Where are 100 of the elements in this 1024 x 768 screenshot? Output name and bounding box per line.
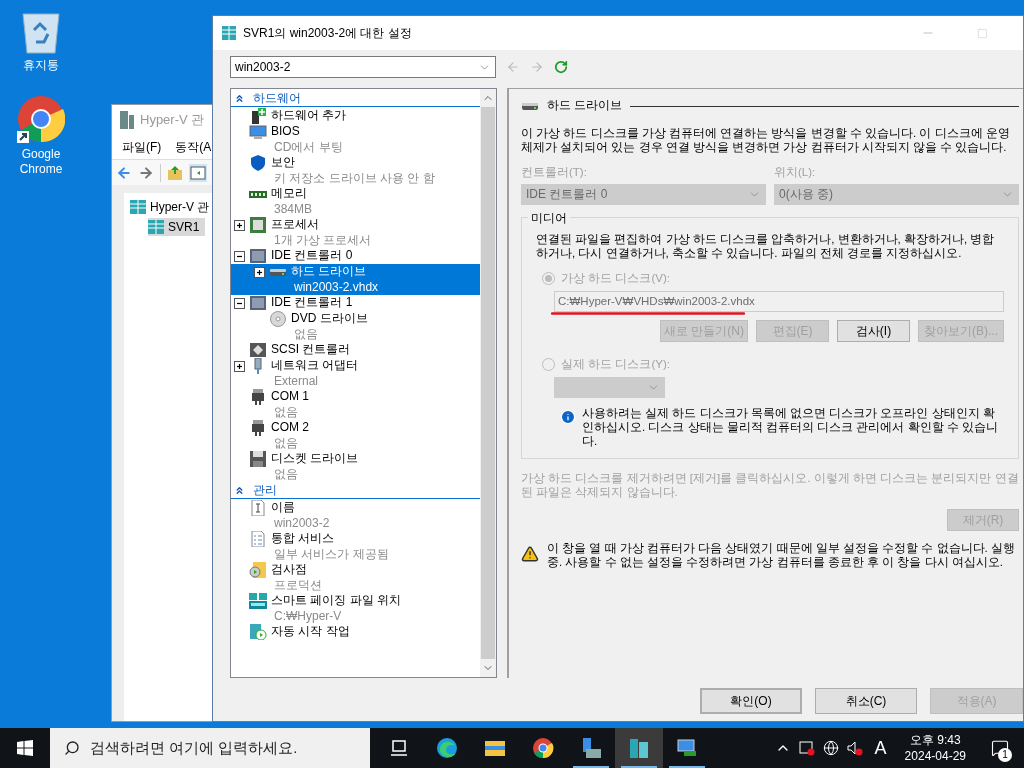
- field-label: 컨트롤러(T):: [521, 165, 588, 181]
- radio-label: 실제 하드 디스크(Y):: [561, 356, 670, 372]
- expand-icon[interactable]: [234, 361, 245, 372]
- monitor-icon: [249, 124, 267, 140]
- tree-item[interactable]: 하드웨어 추가: [231, 108, 480, 124]
- menu-item[interactable]: 동작(A: [175, 138, 212, 156]
- speaker-muted-icon[interactable]: [846, 740, 863, 756]
- info-icon: [560, 409, 576, 425]
- server-icon: [148, 220, 164, 234]
- tree-item[interactable]: 메모리 384MB: [231, 186, 480, 217]
- item-label: 이름: [271, 500, 296, 516]
- item-detail: 키 저장소 드라이브 사용 안 함: [273, 170, 435, 186]
- server-icon: [120, 111, 134, 129]
- item-label: 하드웨어 추가: [271, 108, 347, 124]
- tree-item[interactable]: 스마트 페이징 파일 위치 C:₩Hyper-V: [231, 593, 480, 624]
- clock[interactable]: 오후 9:43 2024-04-29: [898, 732, 972, 764]
- desktop-icon[interactable]: 휴지통: [3, 10, 79, 73]
- dialog-button[interactable]: 취소(C): [815, 688, 917, 714]
- item-label: IDE 컨트롤러 0: [271, 248, 353, 264]
- checklist-document-icon: [249, 531, 267, 547]
- menu-item[interactable]: 파일(F): [122, 138, 162, 156]
- tree-item[interactable]: IDE 컨트롤러 0: [231, 248, 480, 264]
- tree-item[interactable]: 자동 시작 작업: [231, 624, 480, 640]
- tree-item[interactable]: 이름 win2003-2: [231, 500, 480, 531]
- item-detail: 없음: [293, 326, 319, 342]
- tree-item[interactable]: 보안 키 저장소 드라이브 사용 안 함: [231, 155, 480, 186]
- notification-icon: [991, 739, 1009, 757]
- group-title: 하드 드라이브: [547, 98, 623, 113]
- controller-card-icon: [249, 295, 267, 311]
- item-detail: 없음: [273, 435, 299, 451]
- taskbar-app[interactable]: [615, 728, 663, 768]
- item-label: COM 2: [271, 420, 309, 436]
- tree-item[interactable]: 네트워크 어댑터 External: [231, 358, 480, 389]
- item-label: COM 1: [271, 389, 309, 405]
- item-label: 자동 시작 작업: [271, 624, 350, 640]
- remove-note: 가상 하드 디스크를 제거하려면 [제거]를 클릭하십시오. 이렇게 하면 디스크는 분리되지만 연결된 파일은 삭제되지 않습니다.: [521, 471, 1019, 499]
- item-label: 디스켓 드라이브: [271, 451, 359, 467]
- tree-item[interactable]: BIOS CD에서 부팅: [231, 124, 480, 155]
- computer-plus-icon: [249, 108, 267, 124]
- item-label: BIOS: [271, 124, 301, 140]
- item-label: 메모리: [271, 186, 308, 202]
- dialog-button[interactable]: 확인(O): [700, 688, 802, 714]
- panel-icon[interactable]: [189, 163, 207, 182]
- notification-button[interactable]: 1: [980, 728, 1020, 768]
- search-box[interactable]: 검색하려면 여기에 입력하세요.: [50, 728, 370, 768]
- dialog-button[interactable]: 검사(I): [837, 319, 910, 342]
- item-detail: win2003-2.vhdx: [293, 279, 379, 295]
- tree-item[interactable]: 프로세서 1개 가상 프로세서: [231, 217, 480, 248]
- input-language[interactable]: A: [870, 734, 891, 762]
- play-document-icon: [249, 624, 267, 640]
- expand-icon[interactable]: [234, 220, 245, 231]
- tree-item[interactable]: DVD 드라이브 없음: [231, 311, 480, 342]
- tree-item[interactable]: COM 2 없음: [231, 420, 480, 451]
- section-header[interactable]: 하드웨어: [231, 90, 480, 107]
- tree-item[interactable]: COM 1 없음: [231, 389, 480, 420]
- item-detail: 프로덕션: [273, 577, 322, 593]
- tree-item[interactable]: SVR1: [148, 218, 206, 236]
- tree-item[interactable]: 하드 드라이브 win2003-2.vhdx: [231, 264, 480, 295]
- item-detail: C:₩Hyper-V: [273, 608, 343, 624]
- item-label: IDE 컨트롤러 1: [271, 295, 353, 311]
- disc-icon: [269, 311, 287, 327]
- tree-item[interactable]: 디스켓 드라이브 없음: [231, 451, 480, 482]
- scrollbar[interactable]: [480, 89, 496, 677]
- tree-item[interactable]: IDE 컨트롤러 1: [231, 295, 480, 311]
- browser-logo-icon: [532, 737, 554, 759]
- window-title: SVR1의 win2003-2에 대한 설정: [243, 25, 412, 42]
- item-label: SCSI 컨트롤러: [271, 342, 351, 358]
- tree-item[interactable]: Hyper-V 관: [130, 198, 210, 216]
- item-label: 검사점: [271, 562, 308, 578]
- item-label: 스마트 페이징 파일 위치: [271, 593, 401, 609]
- section-header[interactable]: 관리: [231, 482, 480, 499]
- tree-item[interactable]: 통합 서비스 일부 서비스가 제공됨: [231, 531, 480, 562]
- tree-item[interactable]: 검사점 프로덕션: [231, 562, 480, 593]
- globe-icon[interactable]: [822, 740, 839, 756]
- collapse-icon[interactable]: [234, 298, 245, 309]
- refresh-icon[interactable]: [554, 60, 568, 74]
- item-label: DVD 드라이브: [291, 311, 368, 327]
- back-icon[interactable]: [116, 164, 132, 181]
- item-detail: 일부 서비스가 제공됨: [273, 546, 389, 562]
- radio-label: 가상 하드 디스크(V):: [561, 270, 670, 286]
- desktop-icon[interactable]: Google Chrome: [3, 95, 79, 177]
- info-text: 사용하려는 실제 하드 디스크가 목록에 없으면 디스크가 오프라인 상태인지 확인하십시오. 디스크 상태는 물리적 컴퓨터의 디스크 관리에서 확인할 수 있습니다.: [582, 406, 999, 448]
- serial-plug-icon: [249, 420, 267, 436]
- monitor-icon: [676, 737, 698, 759]
- scroll-thumb[interactable]: [481, 107, 495, 659]
- folder-up-icon[interactable]: [167, 164, 183, 181]
- collapse-icon[interactable]: [234, 251, 245, 262]
- warning-text: 이 창을 열 때 가상 컴퓨터가 다음 상태였기 때문에 일부 설정을 수정할 수 없습니다. 실행 중. 사용할 수 없는 설정을 수정하려면 가상 컴퓨터를 종료한 후 이 창을 다시 여십시오.: [547, 541, 1016, 569]
- forward-icon[interactable]: [138, 164, 154, 181]
- field-label: 위치(L):: [774, 165, 817, 181]
- shield-alert-icon[interactable]: [798, 740, 815, 756]
- expand-icon[interactable]: [254, 267, 265, 278]
- description-text: 이 가상 하드 디스크를 가상 컴퓨터에 연결하는 방식을 변경할 수 있습니다. 이 디스크에 운영 체제가 설치되어 있는 경우 연결 방식을 변경하면 가상 컴퓨터가 시작되지 않을 수 있습니다.: [521, 126, 1011, 155]
- vm-select[interactable]: win2003-2: [230, 56, 496, 78]
- item-label: 통합 서비스: [271, 531, 336, 547]
- scsi-card-icon: [249, 342, 267, 358]
- notification-count: 1: [998, 748, 1012, 762]
- windows-logo-icon[interactable]: [17, 740, 33, 756]
- tree-item[interactable]: SCSI 컨트롤러: [231, 342, 480, 358]
- item-detail: 없음: [273, 466, 299, 482]
